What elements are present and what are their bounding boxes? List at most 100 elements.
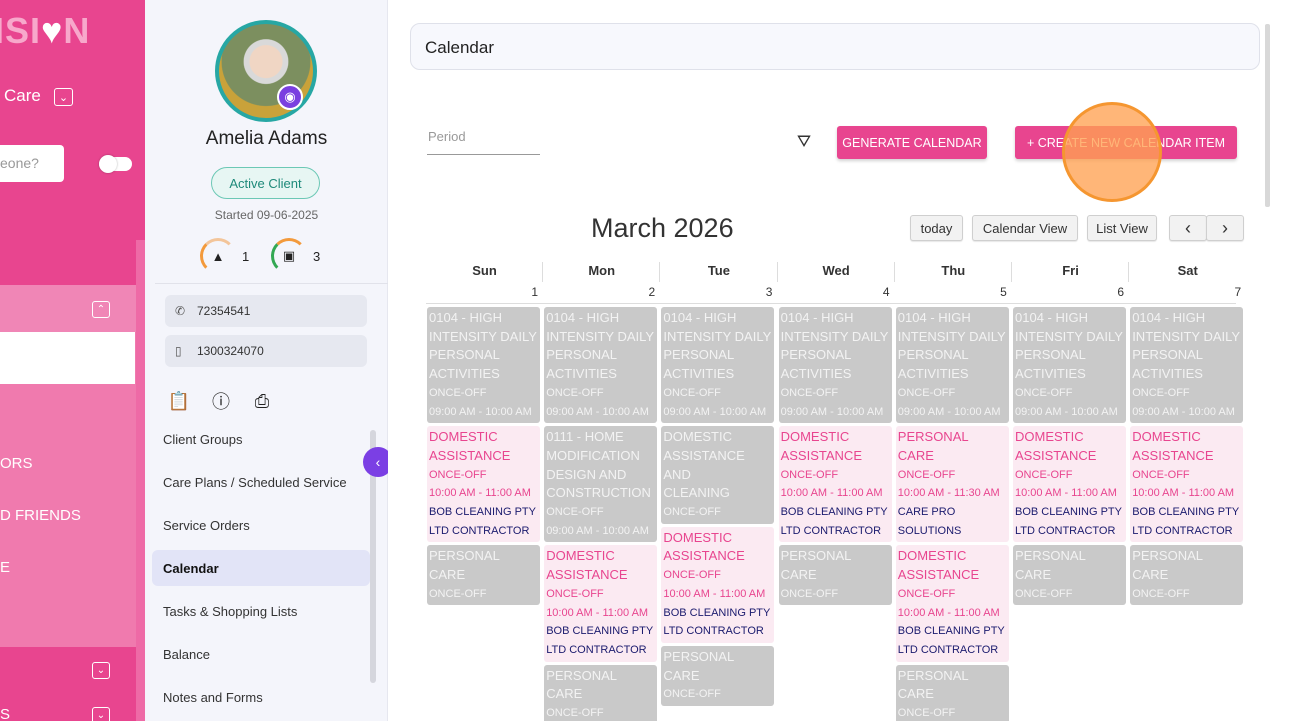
calendar-event[interactable]: 0104 - HIGH INTENSITY DAILY PERSONAL ACTIVI… [1130,307,1244,424]
calendar-event[interactable]: DOMESTIC ASSISTANCE ONCE-OFF 10:00 AM - 11:… [778,426,892,543]
calendar-event[interactable]: 0104 - HIGH INTENSITY DAILY PERSONAL ACTIVI… [895,307,1009,424]
event-provider: LTD CONTRACTOR [663,625,764,638]
event-title: ACTIVITIES [1132,366,1203,382]
camera-icon[interactable]: ◉ [277,84,303,110]
nav-item[interactable]: D FRIENDS [0,507,81,524]
day-number[interactable]: 2 [543,285,656,299]
calendar-event[interactable]: 0104 - HIGH INTENSITY DAILY PERSONAL ACTIVI… [544,307,658,424]
print-icon[interactable]: ⎙ [251,390,273,412]
documents-badge[interactable]: ▣ 3 [271,236,320,276]
menu-calendar[interactable]: Calendar [152,550,370,586]
event-time: 10:00 AM - 11:00 AM [1132,604,1241,606]
main-scrollbar[interactable] [1265,24,1270,207]
calendar-event[interactable]: DOMESTIC ASSISTANCE ONCE-OFF 10:00 AM - 11:… [1130,426,1244,543]
event-frequency: ONCE-OFF [663,569,721,582]
heart-icon: ♥ [41,10,64,51]
calendar-event[interactable]: 0104 - HIGH INTENSITY DAILY PERSONAL ACTIVI… [778,307,892,424]
day-number[interactable]: 7 [1129,285,1242,299]
nav-selected-item[interactable] [0,332,135,384]
event-frequency: ONCE-OFF [897,386,956,399]
chevron-up-icon[interactable]: ⌃ [92,301,110,318]
day-number[interactable]: 1 [426,285,538,299]
mobile-number: 1300324070 [197,344,264,358]
calendar-event[interactable]: DOMESTIC ASSISTANCE ONCE-OFF 10:00 AM - 11:… [1013,426,1126,543]
info-icon[interactable]: ⓘ [210,390,232,412]
menu-tasks-shopping[interactable]: Tasks & Shopping Lists [152,593,370,629]
calendar-event[interactable]: DOMESTIC ASSISTANCE AND CLEANING ONCE-OFF 10… [661,426,775,524]
chevron-down-icon[interactable]: ⌄ [92,662,110,679]
day-number[interactable]: 6 [1012,285,1124,299]
nav-section-header[interactable] [0,285,145,332]
phone-number: 72354541 [197,304,251,318]
calendar-event[interactable]: PERSONAL CARE ONCE-OFF 10:00 AM - 11:30 AM… [895,426,1009,543]
page-title: Calendar [425,38,494,57]
client-search-input[interactable]: eone? [0,145,64,182]
phone-field[interactable]: ✆ 72354541 [165,295,367,327]
alerts-badge[interactable]: ▲ 1 [200,236,249,276]
sidebar-scrollbar[interactable] [136,240,145,721]
event-frequency: ONCE-OFF [546,707,604,719]
event-frequency: ONCE-OFF [897,707,956,719]
day-header-tue: Tue [707,263,730,278]
event-provider: LTD CONTRACTOR [1015,524,1116,537]
menu-balance[interactable]: Balance [152,636,370,672]
client-name: Amelia Adams [205,128,328,149]
event-title: DOMESTIC [1132,429,1201,445]
mobile-field[interactable]: ▯ 1300324070 [165,335,367,367]
list-view-button[interactable]: List View [1087,215,1157,241]
event-title: ACTIVITIES [663,366,735,382]
day-number[interactable]: 5 [895,285,1007,299]
calendar-view-button[interactable]: Calendar View [972,215,1078,241]
day-header-separator [1128,262,1130,282]
calendar-event[interactable]: PERSONAL CAREONCE-OFF10:00 AM - 11:00 AM [895,664,1009,721]
chevron-down-icon[interactable]: ⌄ [54,88,73,106]
calendar-event[interactable]: DOMESTIC ASSISTANCE ONCE-OFF 10:00 AM - 11:… [427,426,540,543]
event-time: 09:00 AM - 10:00 AM [897,405,1001,418]
chevron-down-icon[interactable]: ⌄ [92,707,110,721]
toggle-switch[interactable] [99,155,132,173]
calendar-event[interactable]: 0104 - HIGH INTENSITY DAILY PERSONAL ACTIVI… [661,307,775,424]
filter-icon[interactable]: ⛛ [794,132,814,152]
nav-item[interactable]: E [0,559,10,576]
menu-service-orders[interactable]: Service Orders [152,507,370,543]
clipboard-icon[interactable]: 📋 [168,390,190,412]
calendar-event[interactable]: PERSONAL CAREONCE-OFF10:00 AM - 11:00 AM [1130,545,1244,606]
menu-care-plans[interactable]: Care Plans / Scheduled Service [152,464,370,500]
event-title: DOMESTIC [663,429,733,445]
calendar-event[interactable]: DOMESTIC ASSISTANCE ONCE-OFF 10:00 AM - 11:… [895,545,1009,662]
calendar-event[interactable]: DOMESTIC ASSISTANCE ONCE-OFF 10:00 AM - 11:… [661,526,775,643]
event-time: 10:00 AM - 11:30 AM [897,487,1000,500]
next-month-button[interactable]: › [1206,215,1244,241]
event-provider: BOB CLEANING PTY [429,506,536,518]
event-frequency: ONCE-OFF [1132,386,1190,399]
calendar-event[interactable]: 0104 - HIGH INTENSITY DAILY PERSONAL ACTIVI… [1013,307,1126,424]
calendar-event[interactable]: 0104 - HIGH INTENSITY DAILY PERSONAL ACTIVI… [427,307,540,424]
calendar-event[interactable]: PERSONAL CAREONCE-OFF10:00 AM - 11:00 AM [544,664,658,721]
document-icon: ▣ [271,238,307,274]
event-title: INTENSITY DAILY [663,328,772,344]
calendar-month-title: March 2026 [591,213,734,243]
menu-notes-forms[interactable]: Notes and Forms [152,679,370,715]
calendar-event[interactable]: PERSONAL CAREONCE-OFF10:00 AM - 11:00 AM [778,545,892,606]
day-header-sun: Sun [472,263,497,278]
event-time: 10:00 AM - 11:00 AM [546,606,649,619]
calendar-event[interactable]: 0111 - HOME MODIFICATION DESIGN AND CONSTRU… [544,426,658,543]
period-input[interactable]: Period [428,129,466,144]
calendar-event[interactable]: DOMESTIC ASSISTANCE ONCE-OFF 10:00 AM - 11:… [544,545,658,662]
event-title: PERSONAL CARE [1015,548,1086,583]
nav-item[interactable]: S [0,706,10,721]
event-title: ASSISTANCE [1015,447,1097,463]
calendar-event[interactable]: PERSONAL CAREONCE-OFF10:00 AM - 11:00 AM [427,545,540,606]
event-provider: BOB CLEANING PTY [546,625,654,638]
nav-item[interactable]: ORS [0,455,33,472]
day-number[interactable]: 3 [660,285,773,299]
calendar-event[interactable]: PERSONAL CAREONCE-OFF10:00 AM - 11:00 AM [661,645,775,706]
day-header-separator [776,262,778,282]
calendar-event[interactable]: PERSONAL CAREONCE-OFF10:00 AM - 11:00 AM [1013,545,1126,606]
generate-calendar-button[interactable]: GENERATE CALENDAR [837,126,987,159]
today-button[interactable]: today [910,215,963,241]
prev-month-button[interactable]: ‹ [1169,215,1207,241]
day-number[interactable]: 4 [778,285,890,299]
menu-client-groups[interactable]: Client Groups [152,421,370,457]
event-title: ACTIVITIES [780,366,852,382]
